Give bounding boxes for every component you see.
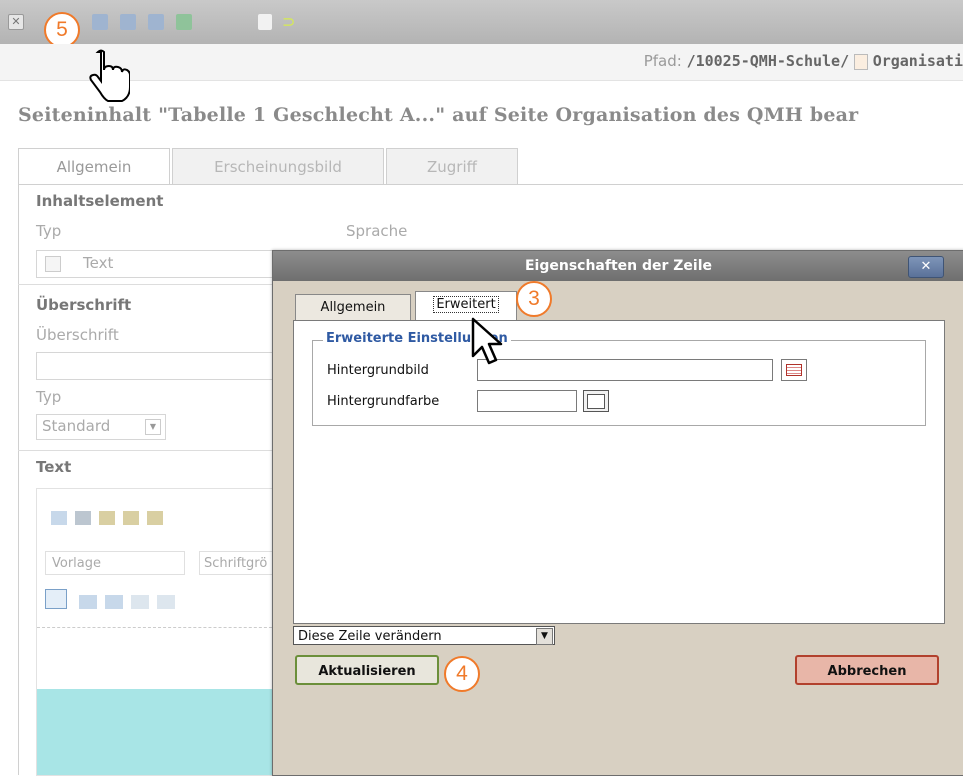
page-title: Seiteninhalt "Tabelle 1 Geschlecht A..."…	[18, 104, 859, 126]
page-icon	[853, 53, 868, 70]
rte-toolbar-row3	[45, 589, 265, 611]
divider	[18, 450, 278, 451]
paste-text-icon[interactable]	[123, 511, 139, 525]
typ-label: Typ	[36, 222, 62, 240]
table-cell-icon[interactable]	[105, 595, 123, 609]
typ-select[interactable]: Text	[36, 250, 278, 278]
section-text: Text	[36, 458, 72, 476]
bg-color-label: Hintergrundfarbe	[327, 394, 440, 409]
typ-value: Text	[83, 254, 114, 272]
step-badge-3: 3	[516, 281, 552, 317]
advanced-settings-fieldset: Erweiterte Einstellungen Hintergrundbild…	[312, 331, 926, 426]
step-badge-4: 4	[444, 656, 480, 692]
scope-select-value: Diese Zeile verändern	[298, 629, 442, 644]
arrow-cursor-icon	[471, 317, 503, 365]
paste-icon[interactable]	[99, 511, 115, 525]
delete-icon[interactable]	[258, 14, 272, 30]
dialog-title: Eigenschaften der Zeile	[524, 258, 713, 274]
step-badge-5: 5	[44, 12, 80, 48]
dialog-close-button[interactable]: ✕	[908, 256, 944, 278]
row-properties-dialog: Eigenschaften der Zeile ✕ Allgemein Erwe…	[272, 250, 963, 776]
hand-cursor-icon	[89, 49, 130, 102]
divider	[37, 627, 277, 629]
heading-typ-label: Typ	[36, 388, 62, 406]
tab-erscheinungsbild[interactable]: Erscheinungsbild	[172, 148, 384, 185]
paste-word-icon[interactable]	[147, 511, 163, 525]
bg-image-input[interactable]	[477, 359, 773, 381]
ueberschrift-input[interactable]	[36, 352, 278, 380]
update-button[interactable]: Aktualisieren	[295, 655, 439, 685]
rte-editor: Vorlage Schriftgrö	[36, 488, 278, 776]
ueberschrift-label: Überschrift	[36, 326, 119, 344]
rte-toolbar-row1	[51, 511, 221, 529]
rte-fontsize-value: Schriftgrö	[204, 556, 268, 571]
copy-icon[interactable]	[51, 511, 67, 525]
path-page[interactable]: Organisati	[873, 52, 963, 70]
tab-zugriff[interactable]: Zugriff	[386, 148, 518, 185]
sprache-label: Sprache	[346, 222, 408, 240]
tab-allgemein[interactable]: Allgemein	[18, 148, 170, 185]
chevron-down-icon: ▼	[536, 628, 553, 645]
save-view-icon[interactable]	[120, 14, 136, 30]
path-value[interactable]: /10025-QMH-Schule/	[687, 52, 850, 70]
text-type-icon	[45, 256, 61, 272]
bg-color-input[interactable]	[477, 390, 577, 412]
image-browse-icon[interactable]	[781, 359, 807, 381]
chevron-down-icon: ▼	[145, 419, 161, 435]
rte-format-select[interactable]: Vorlage	[45, 551, 185, 575]
table-row-icon[interactable]	[79, 595, 97, 609]
top-toolbar: ✕ ⊃	[0, 0, 963, 44]
rte-table-area[interactable]	[37, 689, 277, 775]
heading-typ-select[interactable]: Standard ▼	[36, 414, 166, 440]
path-label: Pfad:	[643, 52, 682, 70]
edit-table-icon[interactable]	[45, 589, 67, 609]
close-icon[interactable]: ✕	[8, 14, 24, 30]
rte-format-value: Vorlage	[52, 556, 102, 571]
section-ueberschrift: Überschrift	[36, 296, 132, 314]
section-inhaltselement: Inhaltselement	[36, 192, 164, 210]
save-new-icon[interactable]	[176, 14, 192, 30]
cut-icon[interactable]	[75, 511, 91, 525]
cancel-button[interactable]: Abbrechen	[795, 655, 939, 685]
dialog-tab-allgemein[interactable]: Allgemein	[295, 294, 411, 321]
path-breadcrumb: Pfad: /10025-QMH-Schule/ Organisati	[644, 52, 963, 70]
save-icon[interactable]	[92, 14, 108, 30]
bg-image-label: Hintergrundbild	[327, 363, 429, 378]
delete-row-icon[interactable]	[157, 595, 175, 609]
save-close-icon[interactable]	[148, 14, 164, 30]
dialog-panel: Erweiterte Einstellungen Hintergrundbild…	[293, 320, 945, 624]
divider	[18, 284, 278, 285]
insert-row-icon[interactable]	[131, 595, 149, 609]
undo-icon[interactable]: ⊃	[282, 14, 298, 30]
color-picker-icon[interactable]	[583, 390, 609, 412]
scope-select[interactable]: Diese Zeile verändern ▼	[293, 626, 555, 645]
dialog-tab-erweitert-label: Erweitert	[433, 296, 499, 313]
heading-typ-value: Standard	[42, 417, 111, 435]
rte-fontsize-select[interactable]: Schriftgrö	[199, 551, 277, 575]
